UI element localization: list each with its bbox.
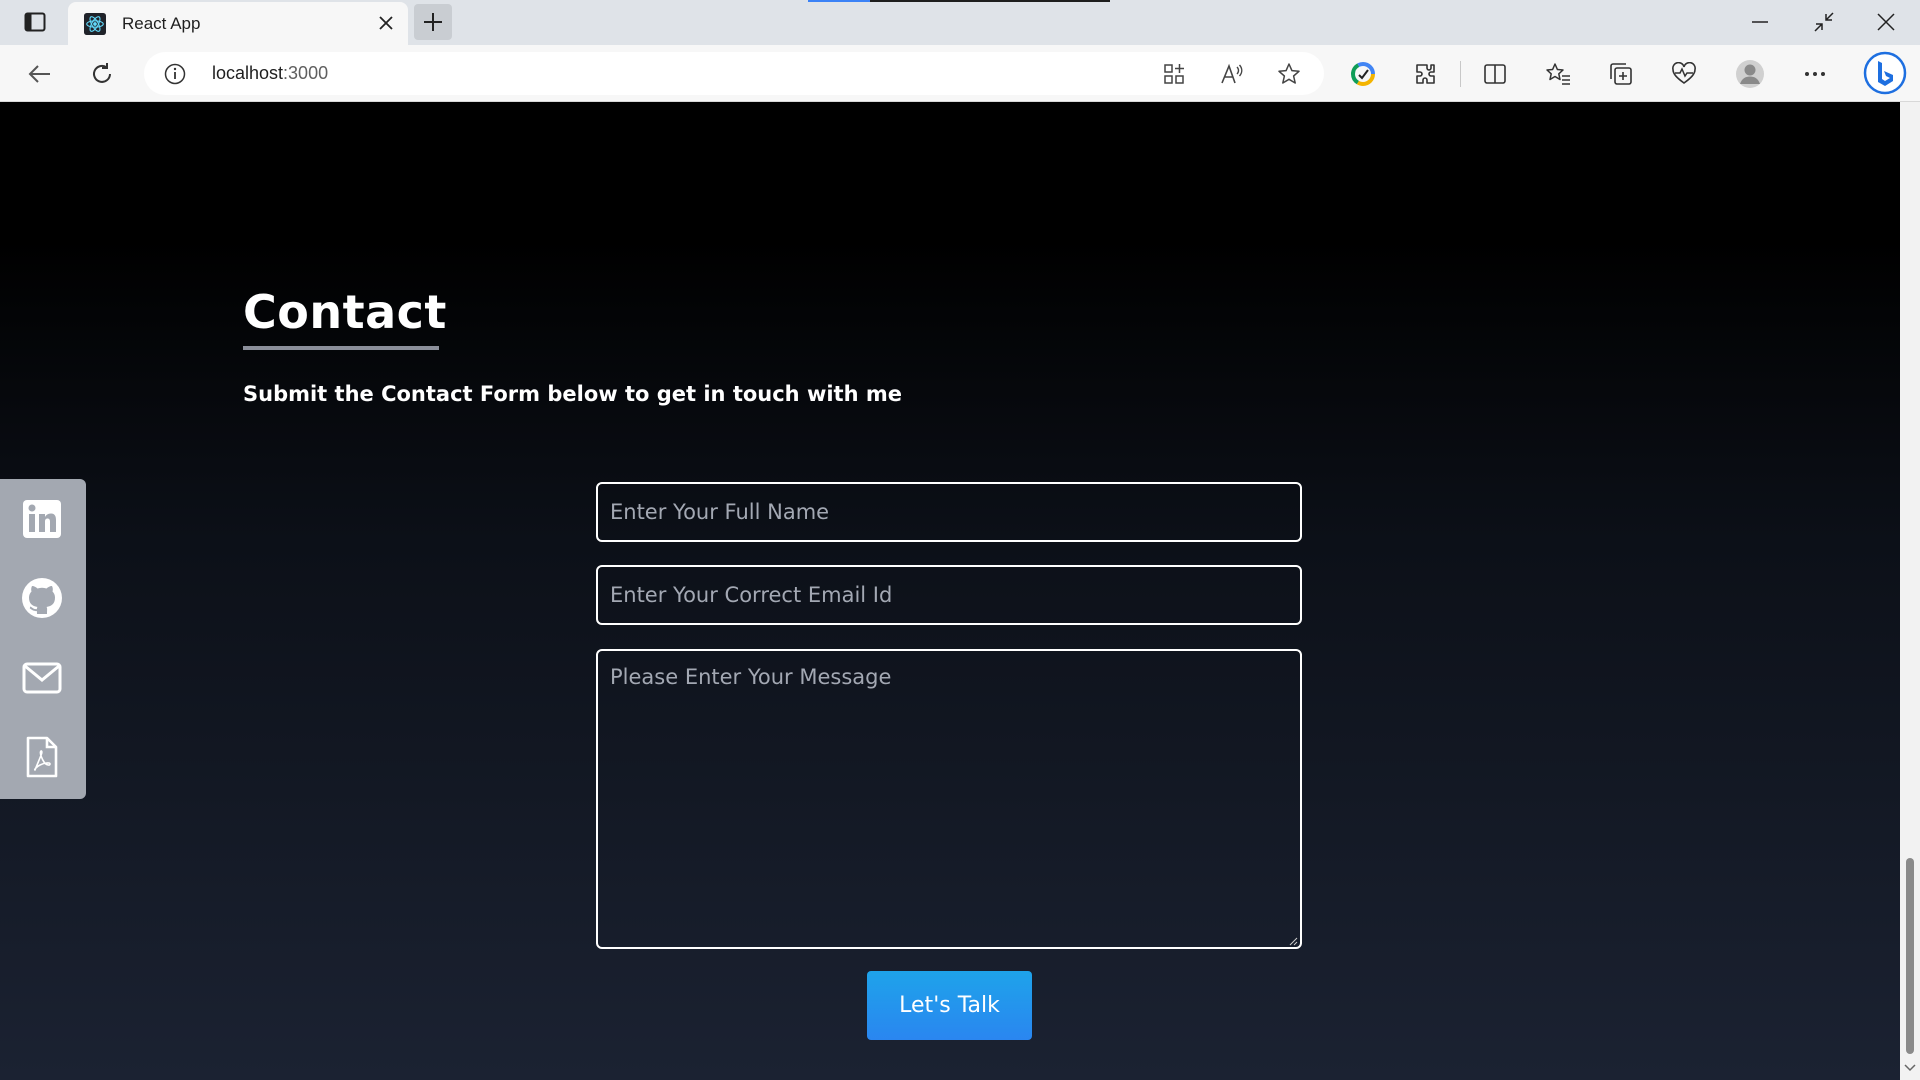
pdf-icon [26,736,58,778]
minimize-button[interactable] [1732,4,1788,40]
mail-icon [22,662,62,694]
github-link[interactable] [18,574,66,622]
browser-tab[interactable]: React App [68,2,408,45]
scrollbar-thumb[interactable] [1906,858,1914,1054]
restore-down-icon [1814,12,1834,32]
scroll-down-icon[interactable] [1904,1062,1916,1074]
github-icon [22,578,62,618]
refresh-icon [93,63,111,83]
info-icon[interactable] [164,63,186,90]
split-screen-icon[interactable] [1476,55,1514,93]
resize-grip-icon[interactable] [1288,936,1298,946]
lets-talk-button[interactable]: Let's Talk [867,971,1032,1040]
more-icon[interactable] [1796,55,1834,93]
contact-subtitle: Submit the Contact Form below to get in … [243,382,902,406]
social-links-sidebar [0,479,86,799]
url-host: localhost [212,63,284,83]
extension-circle-icon[interactable] [1344,55,1382,93]
close-window-icon [1877,13,1895,31]
bing-icon[interactable] [1862,50,1908,96]
url-port: :3000 [283,63,329,83]
resume-link[interactable] [18,733,66,781]
react-icon [84,12,106,35]
star-icon[interactable] [1275,60,1303,88]
app-grid-icon[interactable] [1160,60,1188,88]
minimize-icon [1752,21,1768,23]
address-bar[interactable]: localhost:3000 [144,52,1324,95]
full-name-input[interactable] [596,482,1302,542]
plus-icon [424,13,442,31]
read-aloud-icon[interactable] [1218,60,1246,88]
restore-button[interactable] [1796,4,1852,40]
profile-icon[interactable] [1731,55,1769,93]
email-link[interactable] [18,654,66,702]
close-window-button[interactable] [1858,4,1914,40]
toolbar-separator [1460,61,1461,87]
favorites-icon[interactable] [1539,55,1577,93]
tab-actions-icon[interactable] [15,4,55,40]
email-input[interactable] [596,565,1302,625]
close-icon[interactable] [376,13,396,33]
browser-toolbar: localhost:3000 [0,45,1920,102]
linkedin-icon [23,500,61,538]
loading-indicator [808,0,1110,2]
url-text[interactable]: localhost:3000 [212,63,328,84]
collections-icon[interactable] [1602,55,1640,93]
page-content: Contact Submit the Contact Form below to… [0,102,1900,1080]
refresh-button[interactable] [83,55,121,93]
new-tab-button[interactable] [414,4,452,40]
tab-title: React App [122,13,201,33]
contact-heading: Contact [243,285,447,339]
back-button[interactable] [21,55,59,93]
message-textarea[interactable] [596,649,1302,949]
back-arrow-icon [28,65,50,83]
heading-underline [243,346,439,350]
heart-pulse-icon[interactable] [1665,55,1703,93]
linkedin-link[interactable] [18,495,66,543]
browser-tab-bar: React App [0,0,1920,45]
puzzle-icon[interactable] [1407,55,1445,93]
